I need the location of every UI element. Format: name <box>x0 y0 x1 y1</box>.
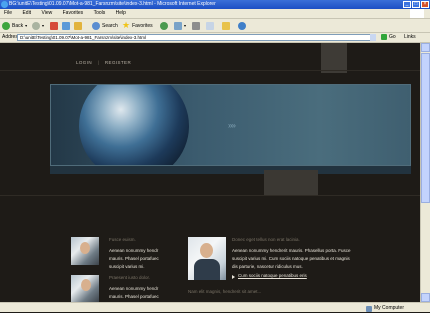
content-divider <box>0 195 420 196</box>
windows-flag-icon <box>410 9 424 18</box>
minimize-button[interactable]: _ <box>403 1 411 8</box>
status-bar: My Computer <box>0 302 430 312</box>
feature-text-line: suscipit varius mi. Cum sociis natoque p… <box>232 256 350 261</box>
window-controls: _ □ × <box>403 1 429 8</box>
menu-favorites[interactable]: Favorites <box>63 10 84 16</box>
banner-footer-strip <box>50 166 411 174</box>
go-arrow-icon[interactable] <box>381 34 387 40</box>
header-divider <box>0 70 420 71</box>
menu-file[interactable]: File <box>4 10 12 16</box>
home-button[interactable] <box>74 21 82 30</box>
menu-tools[interactable]: Tools <box>94 10 106 16</box>
menu-help[interactable]: Help <box>116 10 126 16</box>
close-button[interactable]: × <box>421 1 429 8</box>
chevron-down-icon: ▾ <box>25 23 28 28</box>
mail-icon <box>174 21 182 30</box>
vertical-scrollbar[interactable] <box>420 43 430 302</box>
item-heading: Praesent iusto dolor. <box>109 275 151 280</box>
history-icon <box>160 21 168 30</box>
messenger-icon <box>238 21 246 30</box>
item-text-line: suscipit varius mi. <box>109 264 145 269</box>
login-link[interactable]: LOGIN <box>76 60 92 65</box>
feature-text-line: Aenean nonummy hendrerit mauris. Phasell… <box>232 248 351 253</box>
item-text-line: Aenean nonummy hendr <box>109 248 159 253</box>
scroll-thumb[interactable] <box>421 53 430 203</box>
scroll-up-button[interactable] <box>421 43 430 52</box>
home-icon <box>74 21 82 30</box>
hero-banner: »» <box>50 84 411 166</box>
favorites-button[interactable]: ★ Favorites <box>122 21 153 30</box>
earth-globe-image <box>79 85 189 165</box>
header-tab-decoration <box>321 43 347 73</box>
businessman-photo <box>188 237 226 280</box>
chevron-down-icon: ▾ <box>184 23 187 28</box>
star-icon: ★ <box>122 20 131 30</box>
back-arrow-icon <box>2 21 10 30</box>
menu-edit[interactable]: Edit <box>22 10 31 16</box>
edit-page-icon <box>206 21 214 30</box>
window-title: BG:\unitE\Testing\01.09.07\Mot-a-981_Far… <box>9 1 216 7</box>
item-text-line: mauris. Phasel portafuec <box>109 294 159 299</box>
search-button[interactable]: Search <box>92 21 118 30</box>
bullet-arrow-icon <box>232 275 235 279</box>
forward-arrow-icon <box>32 21 40 30</box>
print-icon <box>192 21 200 30</box>
search-icon <box>92 21 100 30</box>
search-label: Search <box>102 22 118 29</box>
stop-icon <box>50 21 58 30</box>
refresh-icon <box>62 21 70 30</box>
folder-icon <box>222 21 230 30</box>
item-text-line: mauris. Phasel portafuec <box>109 256 159 261</box>
item-text-line: Aenean nonummy hendr <box>109 286 159 291</box>
back-label: Back <box>12 22 24 29</box>
business-photo <box>71 237 99 265</box>
refresh-button[interactable] <box>62 21 70 30</box>
go-button[interactable]: Go <box>389 33 396 42</box>
forward-button[interactable]: ▾ <box>32 21 44 30</box>
scroll-down-button[interactable] <box>421 293 430 302</box>
double-chevron-right-icon: »» <box>228 121 236 130</box>
address-dropdown-icon[interactable] <box>370 34 376 41</box>
feature-heading: Donec eget tellus non erat lacinia. <box>232 237 300 242</box>
toolbar: Back ▾ ▾ Search ★ Favorites ▾ <box>0 19 430 33</box>
links-button[interactable]: Links <box>404 33 416 42</box>
nav-separator: | <box>97 60 100 65</box>
messenger-button[interactable] <box>238 21 246 30</box>
back-button[interactable]: Back ▾ <box>2 21 27 30</box>
feature-text-line: dis parturie, nascetur ridiculus mus. <box>232 264 303 269</box>
edit-button[interactable] <box>206 21 214 30</box>
register-link[interactable]: REGISTER <box>105 60 131 65</box>
page-viewport: LOGIN | REGISTER »» Fusce euism. Aenean … <box>0 43 420 302</box>
banner-tab-decoration <box>264 170 318 196</box>
top-nav: LOGIN | REGISTER <box>76 60 131 65</box>
person-face <box>80 242 90 254</box>
address-input[interactable]: D:\unitE\Testing\01.09.07\Mot-a-981_Fars… <box>17 34 376 41</box>
menu-view[interactable]: View <box>41 10 52 16</box>
history-button[interactable] <box>160 21 168 30</box>
title-bar: BG:\unitE\Testing\01.09.07\Mot-a-981_Far… <box>0 0 430 9</box>
feature-link[interactable]: Cum sociis natoque penatibus eris <box>238 273 307 278</box>
person-face <box>81 279 91 291</box>
computer-icon <box>366 305 372 312</box>
bottom-heading: Nam elit magnis, hendrerit sit amet... <box>188 289 262 294</box>
favorites-label: Favorites <box>132 22 153 29</box>
menu-bar: File Edit View Favorites Tools Help <box>0 9 430 19</box>
suit-shape <box>194 259 220 280</box>
stop-button[interactable] <box>50 21 58 30</box>
business-photo <box>71 275 99 302</box>
address-bar: Address D:\unitE\Testing\01.09.07\Mot-a-… <box>0 33 430 43</box>
folder-button[interactable] <box>222 21 230 30</box>
maximize-button[interactable]: □ <box>412 1 420 8</box>
ie-logo-icon <box>1 1 8 8</box>
mail-button[interactable]: ▾ <box>174 21 186 30</box>
print-button[interactable] <box>192 21 200 30</box>
chevron-down-icon: ▾ <box>42 23 45 28</box>
person-face <box>200 243 213 258</box>
item-heading: Fusce euism. <box>109 237 136 242</box>
